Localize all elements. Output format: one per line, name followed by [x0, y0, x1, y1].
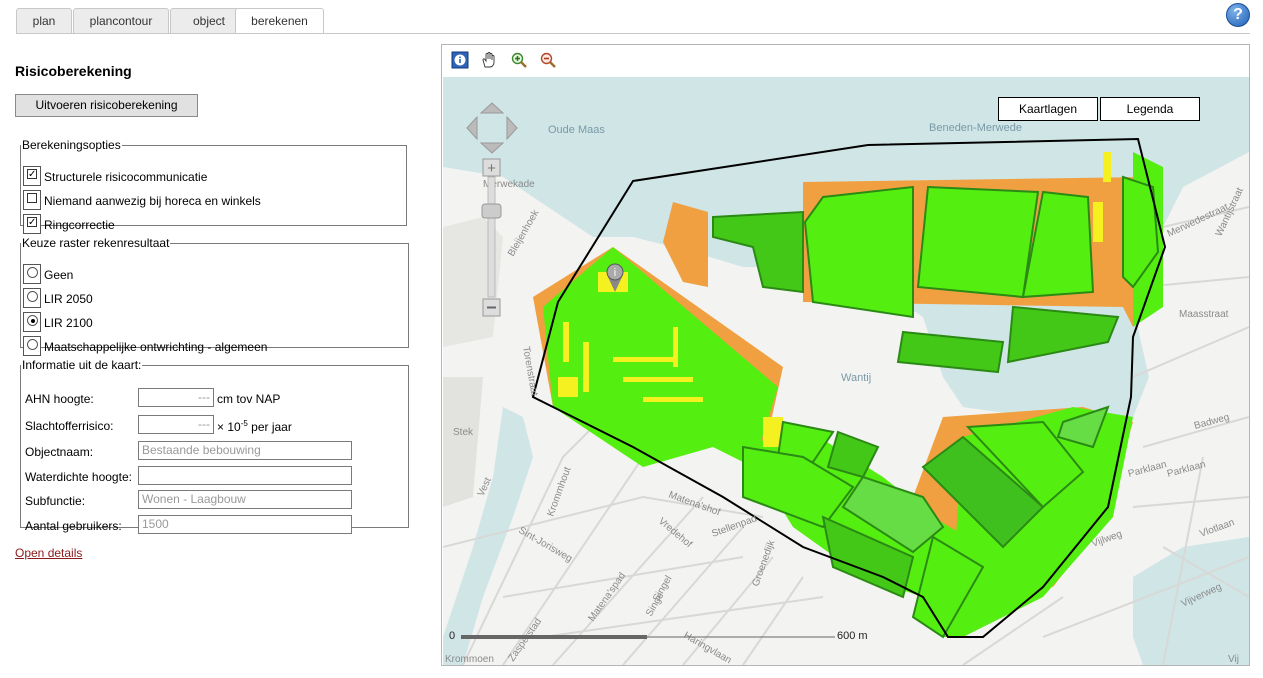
radio-icon — [27, 267, 38, 278]
tab-plancontour[interactable]: plancontour — [73, 8, 169, 33]
zoom-in-icon[interactable] — [510, 51, 528, 69]
map-label: Vij — [1228, 654, 1239, 665]
unit-suffix: per jaar — [247, 420, 292, 434]
users-count-field[interactable]: 1500 — [138, 515, 352, 534]
calculation-options-group: Berekeningsopties ✓ Structurele risicoco… — [20, 138, 407, 234]
building-block — [803, 185, 914, 319]
svg-text:i: i — [614, 267, 616, 279]
zoom-slider-track[interactable] — [487, 176, 496, 298]
scale-end-label: 600 m — [837, 630, 868, 642]
subfunction-field[interactable]: Wonen - Laagbouw — [138, 490, 352, 509]
tab-divider — [16, 33, 1250, 34]
option-label: Maatschappelijke ontwrichting - algemeen — [44, 340, 268, 354]
help-icon[interactable]: ? — [1226, 3, 1250, 27]
victim-risk-unit: × 10-5 per jaar — [217, 419, 292, 434]
zoom-out-icon[interactable] — [539, 51, 557, 69]
info-tool-icon[interactable] — [451, 51, 469, 69]
ahn-height-label: AHN hoogte: — [25, 392, 94, 406]
map-canvas[interactable]: i Oude Maas Beneden-Merwede Wantij Merwe… — [443, 77, 1249, 665]
option-label: Niemand aanwezig bij horeca en winkels — [44, 194, 261, 208]
unit-prefix: × 10 — [217, 420, 241, 434]
option-label: Geen — [44, 268, 74, 282]
page-title: Risicoberekening — [15, 63, 132, 79]
building-block — [916, 185, 1040, 299]
waterproof-height-label: Waterdichte hoogte: — [25, 470, 132, 484]
zoom-slider-handle[interactable] — [481, 203, 502, 219]
calculation-options-legend: Berekeningsopties — [22, 138, 121, 152]
map-info-legend: Informatie uit de kaart: — [22, 358, 142, 372]
raster-choice-group: Keuze raster rekenresultaat Geen LIR 205… — [20, 236, 409, 356]
subfunction-label: Subfunctie: — [25, 494, 86, 508]
victim-risk-field[interactable]: --- — [138, 415, 214, 434]
radio-selected-icon — [27, 315, 38, 326]
map-label: Stek — [453, 427, 474, 438]
map-label: Oude Maas — [548, 124, 605, 136]
radio-icon — [27, 339, 38, 350]
checkbox-risk-communication[interactable]: ✓ — [23, 166, 41, 186]
option-label: LIR 2050 — [44, 292, 93, 306]
tab-plan[interactable]: plan — [16, 8, 72, 33]
option-label: LIR 2100 — [44, 316, 93, 330]
option-label: Structurele risicocommunicatie — [44, 170, 208, 184]
ahn-height-field[interactable]: --- — [138, 388, 214, 407]
radio-disruption[interactable] — [23, 336, 41, 356]
map-label: Maasstraat — [1179, 309, 1229, 320]
check-icon: ✓ — [27, 169, 37, 180]
map-info-group: Informatie uit de kaart: AHN hoogte: ---… — [20, 358, 409, 534]
unchecked-box-icon — [27, 193, 37, 203]
scale-bar-fill — [461, 635, 647, 639]
open-details-link[interactable]: Open details — [15, 546, 82, 560]
ahn-height-unit: cm tov NAP — [217, 392, 281, 406]
map-label: Wantij — [841, 372, 871, 384]
object-name-label: Objectnaam: — [25, 445, 94, 459]
map-layers-button[interactable]: Kaartlagen — [998, 97, 1098, 121]
scale-start-label: 0 — [449, 630, 456, 642]
object-name-field[interactable]: Bestaande bebouwing — [138, 441, 352, 460]
radio-icon — [27, 291, 38, 302]
check-icon: ✓ — [27, 217, 37, 228]
victim-risk-label: Slachtofferrisico: — [25, 419, 114, 433]
waterproof-height-field[interactable] — [138, 466, 352, 485]
raster-choice-legend: Keuze raster rekenresultaat — [22, 236, 170, 250]
checkbox-nobody-present[interactable] — [23, 190, 41, 210]
radio-lir2100[interactable] — [23, 312, 41, 332]
map-panel: i Oude Maas Beneden-Merwede Wantij Merwe… — [441, 44, 1250, 666]
checkbox-ring-correction[interactable]: ✓ — [23, 214, 41, 234]
unit-exponent: -5 — [240, 419, 248, 428]
radio-none[interactable] — [23, 264, 41, 284]
tab-berekenen[interactable]: berekenen — [235, 8, 324, 34]
run-calculation-button[interactable]: Uitvoeren risicoberekening — [15, 94, 198, 117]
svg-text:+: + — [487, 160, 496, 177]
map-label: Beneden-Merwede — [929, 122, 1022, 134]
map-legend-button[interactable]: Legenda — [1100, 97, 1200, 121]
option-label: Ringcorrectie — [44, 218, 115, 232]
radio-lir2050[interactable] — [23, 288, 41, 308]
map-svg: i Oude Maas Beneden-Merwede Wantij Merwe… — [443, 77, 1249, 665]
users-count-label: Aantal gebruikers: — [25, 519, 122, 533]
pan-hand-icon[interactable] — [480, 51, 498, 69]
map-label: Krommoen — [445, 654, 494, 665]
